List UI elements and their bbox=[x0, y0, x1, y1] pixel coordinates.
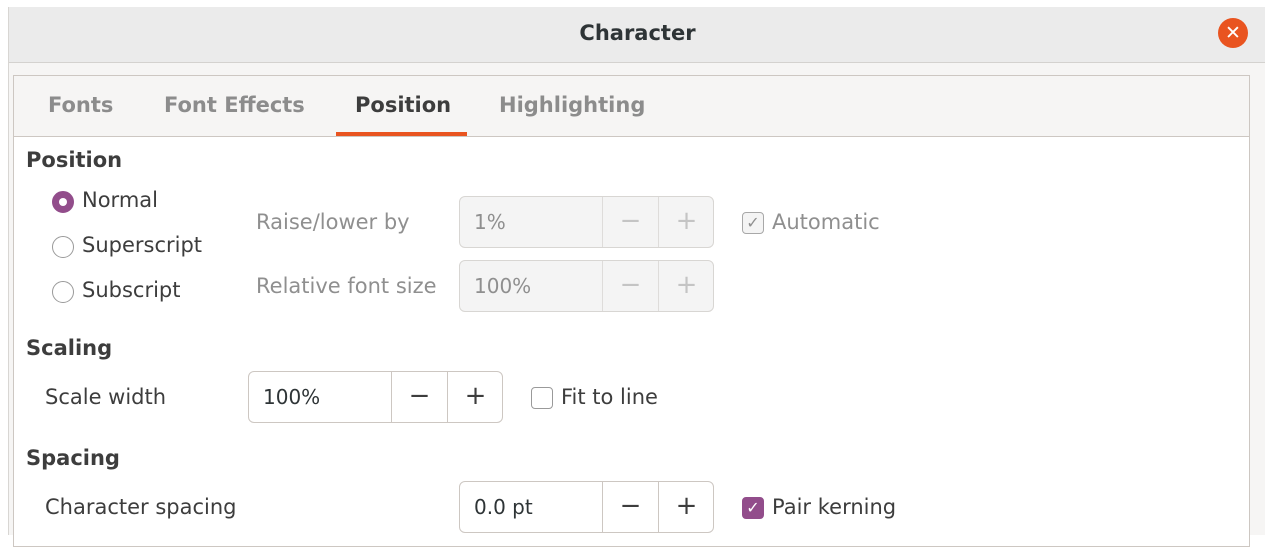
radio-superscript-label[interactable]: Superscript bbox=[82, 233, 202, 257]
dialog-title: Character bbox=[579, 21, 696, 45]
tab-highlighting[interactable]: Highlighting bbox=[499, 93, 645, 117]
scale-width-spinbox[interactable]: 100% − + bbox=[248, 371, 503, 423]
close-icon[interactable]: ✕ bbox=[1218, 18, 1248, 48]
pair-kerning-checkbox[interactable]: ✓ bbox=[742, 497, 764, 519]
check-icon: ✓ bbox=[746, 213, 760, 232]
tab-font-effects[interactable]: Font Effects bbox=[164, 93, 305, 117]
tab-fonts[interactable]: Fonts bbox=[48, 93, 113, 117]
check-icon: ✓ bbox=[746, 498, 760, 517]
relative-font-size-plus-button[interactable]: + bbox=[658, 261, 713, 311]
section-title-position: Position bbox=[26, 148, 123, 172]
section-title-scaling: Scaling bbox=[26, 336, 113, 360]
relative-font-size-minus-button[interactable]: − bbox=[602, 261, 658, 311]
relative-font-size-value[interactable]: 100% bbox=[474, 274, 531, 298]
automatic-checkbox[interactable]: ✓ bbox=[742, 212, 764, 234]
fit-to-line-label[interactable]: Fit to line bbox=[561, 385, 658, 409]
automatic-label[interactable]: Automatic bbox=[772, 210, 880, 234]
relative-font-size-spinbox[interactable]: 100% − + bbox=[459, 260, 714, 312]
tab-container: Fonts Font Effects Position Highlighting… bbox=[13, 75, 1250, 547]
scale-width-minus-button[interactable]: − bbox=[391, 372, 447, 422]
character-spacing-spinbox[interactable]: 0.0 pt − + bbox=[459, 481, 714, 533]
scale-width-label: Scale width bbox=[45, 385, 167, 409]
scale-width-plus-button[interactable]: + bbox=[447, 372, 502, 422]
radio-normal-label[interactable]: Normal bbox=[82, 188, 158, 212]
tab-position[interactable]: Position bbox=[355, 93, 451, 117]
character-spacing-minus-button[interactable]: − bbox=[602, 482, 658, 532]
pair-kerning-label[interactable]: Pair kerning bbox=[772, 495, 896, 519]
relative-font-size-label: Relative font size bbox=[256, 274, 437, 298]
raise-lower-minus-button[interactable]: − bbox=[602, 197, 658, 247]
character-dialog: Character ✕ Fonts Font Effects Position … bbox=[8, 7, 1265, 547]
title-bar: Character ✕ bbox=[9, 7, 1265, 63]
character-spacing-plus-button[interactable]: + bbox=[658, 482, 713, 532]
raise-lower-value[interactable]: 1% bbox=[474, 210, 506, 234]
raise-lower-spinbox[interactable]: 1% − + bbox=[459, 196, 714, 248]
radio-subscript-label[interactable]: Subscript bbox=[82, 278, 181, 302]
character-spacing-label: Character spacing bbox=[45, 495, 237, 519]
radio-superscript[interactable] bbox=[52, 236, 74, 258]
raise-lower-label: Raise/lower by bbox=[256, 210, 410, 234]
fit-to-line-checkbox[interactable] bbox=[531, 387, 553, 409]
radio-subscript[interactable] bbox=[52, 281, 74, 303]
section-title-spacing: Spacing bbox=[26, 446, 120, 470]
scale-width-value[interactable]: 100% bbox=[263, 385, 320, 409]
character-spacing-value[interactable]: 0.0 pt bbox=[474, 495, 533, 519]
radio-normal[interactable] bbox=[52, 191, 74, 213]
raise-lower-plus-button[interactable]: + bbox=[658, 197, 713, 247]
active-tab-indicator bbox=[336, 132, 467, 136]
tab-bar: Fonts Font Effects Position Highlighting bbox=[14, 76, 1249, 137]
